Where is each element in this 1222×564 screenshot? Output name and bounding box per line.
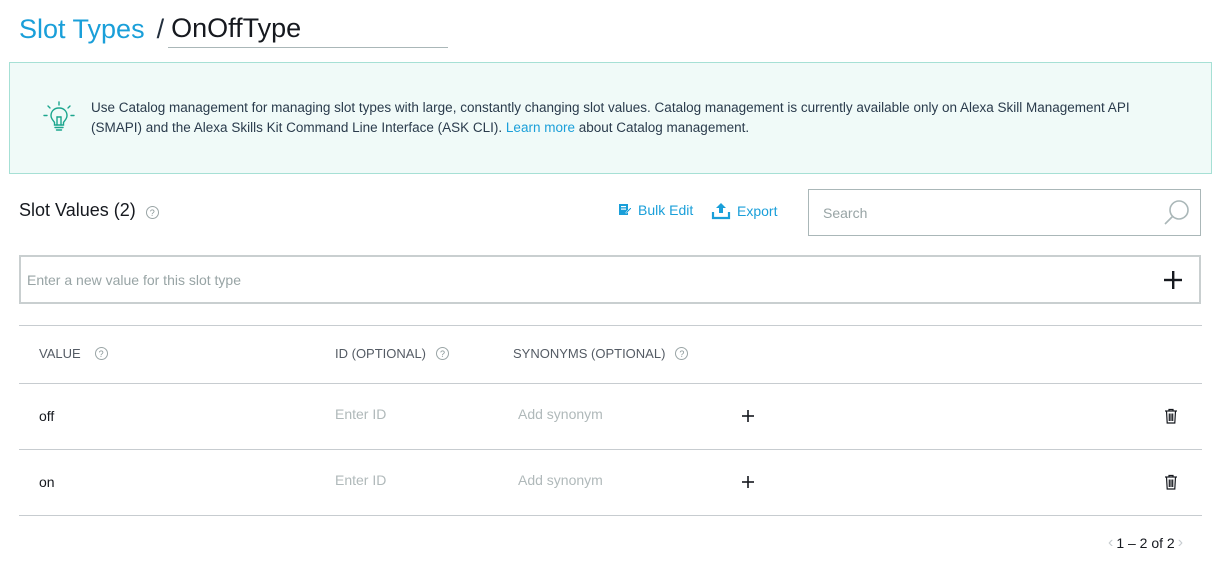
help-icon[interactable]: ? [675, 347, 689, 360]
lightbulb-icon [43, 101, 75, 131]
search-box [808, 189, 1201, 236]
synonym-input[interactable] [518, 472, 718, 488]
column-label: SYNONYMS (OPTIONAL) [513, 346, 666, 361]
catalog-info-banner: Use Catalog management for managing slot… [9, 62, 1212, 174]
id-input[interactable] [335, 406, 485, 422]
bulk-edit-button[interactable]: Bulk Edit [618, 202, 693, 218]
banner-message: Use Catalog management for managing slot… [91, 98, 1211, 138]
delete-trash-icon[interactable] [1164, 474, 1178, 490]
slot-values-table: VALUE ? ID (OPTIONAL) ? SYNONYMS (OPTION… [19, 325, 1202, 516]
export-upload-icon [711, 203, 731, 220]
new-slot-value-input[interactable] [21, 257, 1162, 302]
delete-trash-icon[interactable] [1164, 408, 1178, 424]
page-header: Slot Types / [19, 8, 449, 48]
slot-value-text[interactable]: off [39, 408, 54, 424]
prev-page-chevron-icon[interactable]: ‹ [1108, 534, 1113, 552]
help-icon[interactable]: ? [94, 347, 108, 360]
export-label: Export [737, 203, 778, 219]
id-input[interactable] [335, 472, 485, 488]
table-row: on [19, 450, 1202, 516]
search-input[interactable] [809, 190, 1162, 235]
pagination: ‹ 1 – 2 of 2 › [1108, 534, 1183, 552]
synonym-input[interactable] [518, 406, 718, 422]
column-label: VALUE [39, 346, 81, 361]
bulk-edit-label: Bulk Edit [638, 202, 694, 218]
slot-values-title: Slot Values (2) [19, 200, 136, 220]
bulk-edit-icon [619, 204, 632, 215]
slot-type-name-input[interactable] [168, 10, 449, 48]
slot-value-text[interactable]: on [39, 474, 55, 490]
search-icon[interactable] [1162, 198, 1192, 228]
add-value-plus-icon[interactable] [1162, 269, 1184, 291]
help-icon[interactable]: ? [145, 206, 159, 219]
new-value-field [19, 255, 1201, 304]
next-page-chevron-icon[interactable]: › [1178, 534, 1183, 552]
breadcrumb-slot-types-link[interactable]: Slot Types [19, 10, 145, 48]
export-button[interactable]: Export [711, 202, 777, 220]
slot-values-heading: Slot Values (2) ? [19, 200, 159, 221]
learn-more-link[interactable]: Learn more [506, 120, 575, 135]
column-label: ID (OPTIONAL) [335, 346, 427, 361]
help-icon[interactable]: ? [436, 347, 450, 360]
table-row: off [19, 384, 1202, 450]
breadcrumb-separator: / [156, 14, 165, 44]
table-header: VALUE ? ID (OPTIONAL) ? SYNONYMS (OPTION… [19, 325, 1202, 384]
pagination-count: 1 – 2 of 2 [1116, 535, 1175, 551]
banner-text-after: about Catalog management. [574, 120, 750, 135]
column-header-synonyms: SYNONYMS (OPTIONAL) ? [513, 346, 689, 361]
column-header-id: ID (OPTIONAL) ? [335, 346, 450, 361]
add-synonym-plus-icon[interactable] [742, 476, 754, 488]
add-synonym-plus-icon[interactable] [742, 410, 754, 422]
column-header-value: VALUE ? [39, 346, 108, 361]
